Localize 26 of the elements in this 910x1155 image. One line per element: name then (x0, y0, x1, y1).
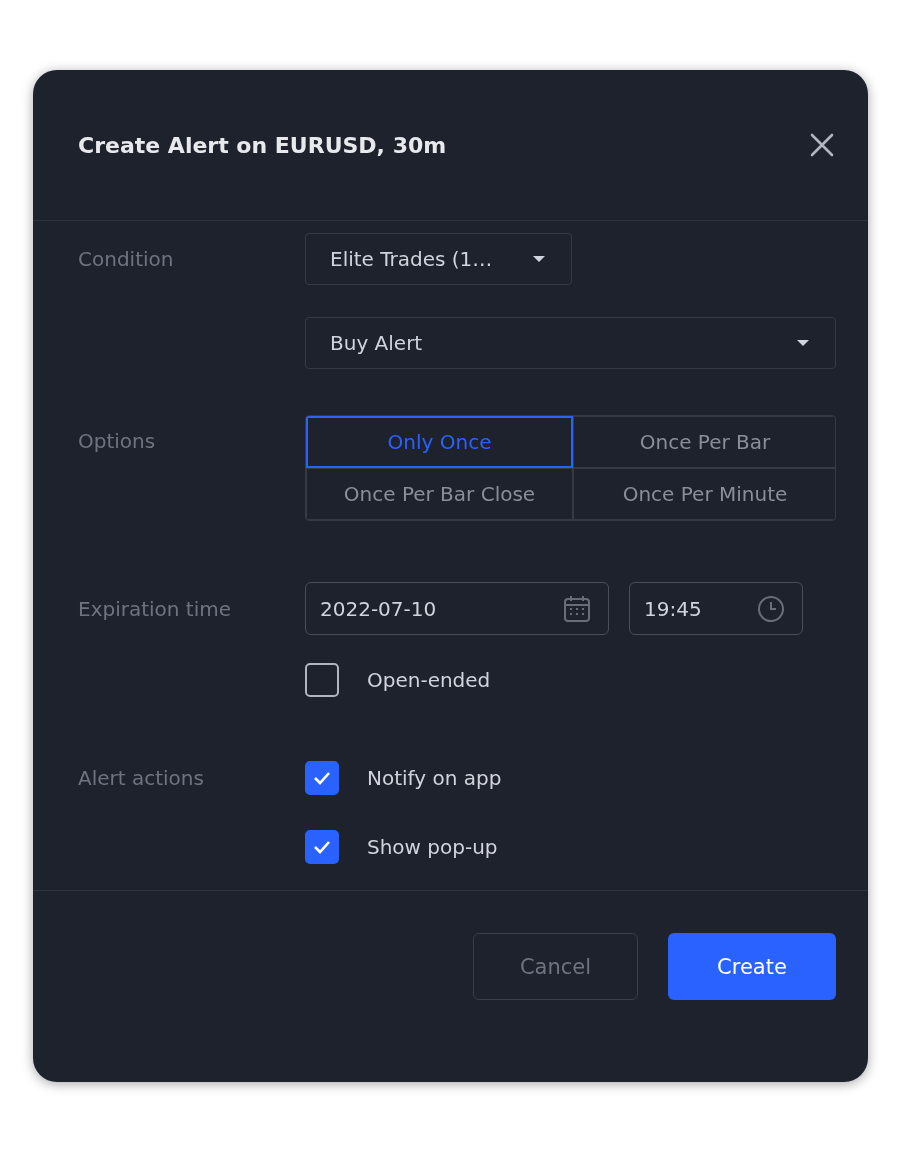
calendar-icon (562, 593, 592, 624)
clock-icon (756, 593, 786, 624)
field-label: Expiration time (78, 596, 233, 621)
time-field[interactable]: 19:45 (629, 582, 803, 635)
checkbox[interactable] (305, 761, 339, 795)
field-label: Options (78, 429, 157, 453)
date-field[interactable]: 2022-07-10 (305, 582, 609, 635)
caret-icon (533, 256, 545, 262)
option-button[interactable]: Once Per Minute (573, 468, 835, 520)
signal-dropdown[interactable]: Buy Alert (305, 317, 836, 369)
close-icon[interactable] (810, 133, 834, 157)
field-label: Condition (78, 247, 175, 271)
dialog-title: Create Alert on EURUSD, 30m (78, 132, 447, 158)
checkbox-label: Show pop-up (367, 835, 498, 859)
checkbox-label: Notify on app (367, 766, 502, 790)
create-button[interactable]: Create (668, 933, 836, 1000)
checkbox[interactable] (305, 830, 339, 864)
option-button[interactable]: Once Per Bar (573, 416, 835, 468)
checkbox[interactable] (305, 663, 339, 697)
option-button[interactable]: Only Once (306, 416, 573, 468)
option-button[interactable]: Once Per Bar Close (306, 468, 573, 520)
checkbox-label: Open-ended (367, 668, 491, 692)
field-label: Alert actions (78, 766, 205, 790)
indicator-dropdown[interactable]: Elite Trades (1… (305, 233, 572, 285)
caret-icon (797, 340, 809, 346)
cancel-button[interactable]: Cancel (473, 933, 638, 1000)
